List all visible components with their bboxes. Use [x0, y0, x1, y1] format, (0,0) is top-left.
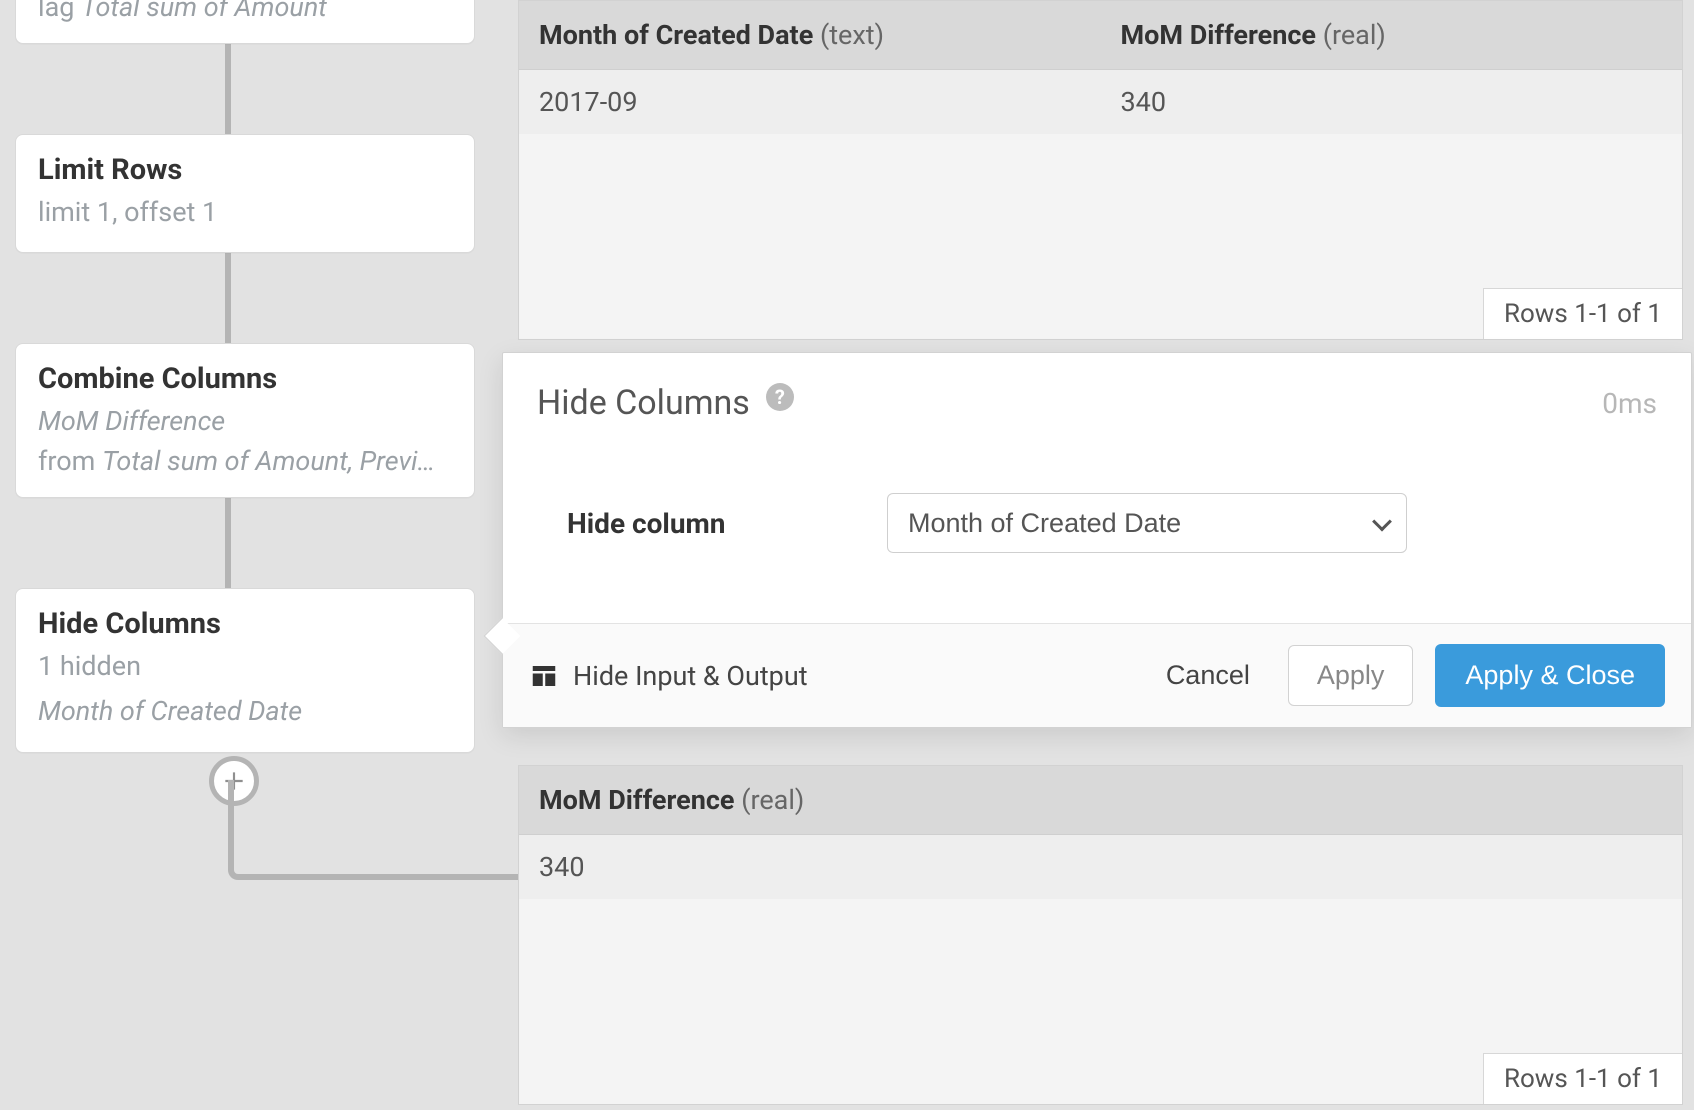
hide-io-toggle[interactable]: Hide Input & Output — [573, 660, 808, 692]
rows-count-badge: Rows 1-1 of 1 — [1483, 1053, 1682, 1104]
table-cell: 340 — [519, 835, 1682, 899]
table-cell: 2017-09 — [519, 70, 1101, 134]
panel-timing: 0ms — [1602, 387, 1657, 420]
card-title: Limit Rows — [38, 153, 452, 187]
card-title: Combine Columns — [38, 362, 452, 396]
card-from: from Total sum of Amount, Previ… — [38, 445, 452, 477]
pipeline-card-limit-rows[interactable]: Limit Rows limit 1, offset 1 — [15, 134, 475, 253]
table-icon — [529, 661, 559, 691]
table-header-cell[interactable]: Month of Created Date (text) — [519, 1, 1101, 69]
hide-column-select-wrap: Month of Created Date MoM Difference — [887, 493, 1407, 553]
pipeline-card-combine-columns[interactable]: Combine Columns MoM Difference from Tota… — [15, 343, 475, 498]
rows-count-badge: Rows 1-1 of 1 — [1483, 288, 1682, 339]
apply-button[interactable]: Apply — [1288, 645, 1414, 706]
lag-italic: Total sum of Amount — [81, 0, 327, 23]
card-subtitle: 1 hidden — [38, 647, 452, 686]
cancel-button[interactable]: Cancel — [1150, 648, 1266, 703]
hide-column-label: Hide column — [537, 507, 887, 540]
table-cell: 340 — [1101, 70, 1683, 134]
card-title: Hide Columns — [38, 607, 452, 641]
input-table: Month of Created Date (text) MoM Differe… — [518, 0, 1683, 340]
lag-prefix: lag — [38, 0, 74, 23]
card-subtitle2: Month of Created Date — [38, 692, 452, 731]
hide-column-select[interactable]: Month of Created Date MoM Difference — [887, 493, 1407, 553]
table-header-row: Month of Created Date (text) MoM Differe… — [519, 1, 1682, 70]
table-row[interactable]: 340 — [519, 835, 1682, 899]
help-icon[interactable]: ? — [766, 383, 794, 411]
apply-close-button[interactable]: Apply & Close — [1435, 644, 1665, 707]
panel-title: Hide Columns — [537, 383, 750, 423]
output-table: MoM Difference (real) 340 Rows 1-1 of 1 — [518, 765, 1683, 1105]
card-subtitle: limit 1, offset 1 — [38, 193, 452, 232]
pipeline-card-lag[interactable]: lag Total sum of Amount — [15, 0, 475, 44]
table-header-row: MoM Difference (real) — [519, 766, 1682, 835]
hide-columns-panel: Hide Columns ? 0ms Hide column Month of … — [502, 352, 1692, 728]
pipeline-card-hide-columns[interactable]: Hide Columns 1 hidden Month of Created D… — [15, 588, 475, 752]
card-subtitle: MoM Difference — [38, 402, 452, 441]
pipeline-column: lag Total sum of Amount Limit Rows limit… — [15, 0, 475, 753]
table-header-cell[interactable]: MoM Difference (real) — [519, 766, 1682, 834]
table-row[interactable]: 2017-09 340 — [519, 70, 1682, 134]
table-header-cell[interactable]: MoM Difference (real) — [1101, 1, 1683, 69]
